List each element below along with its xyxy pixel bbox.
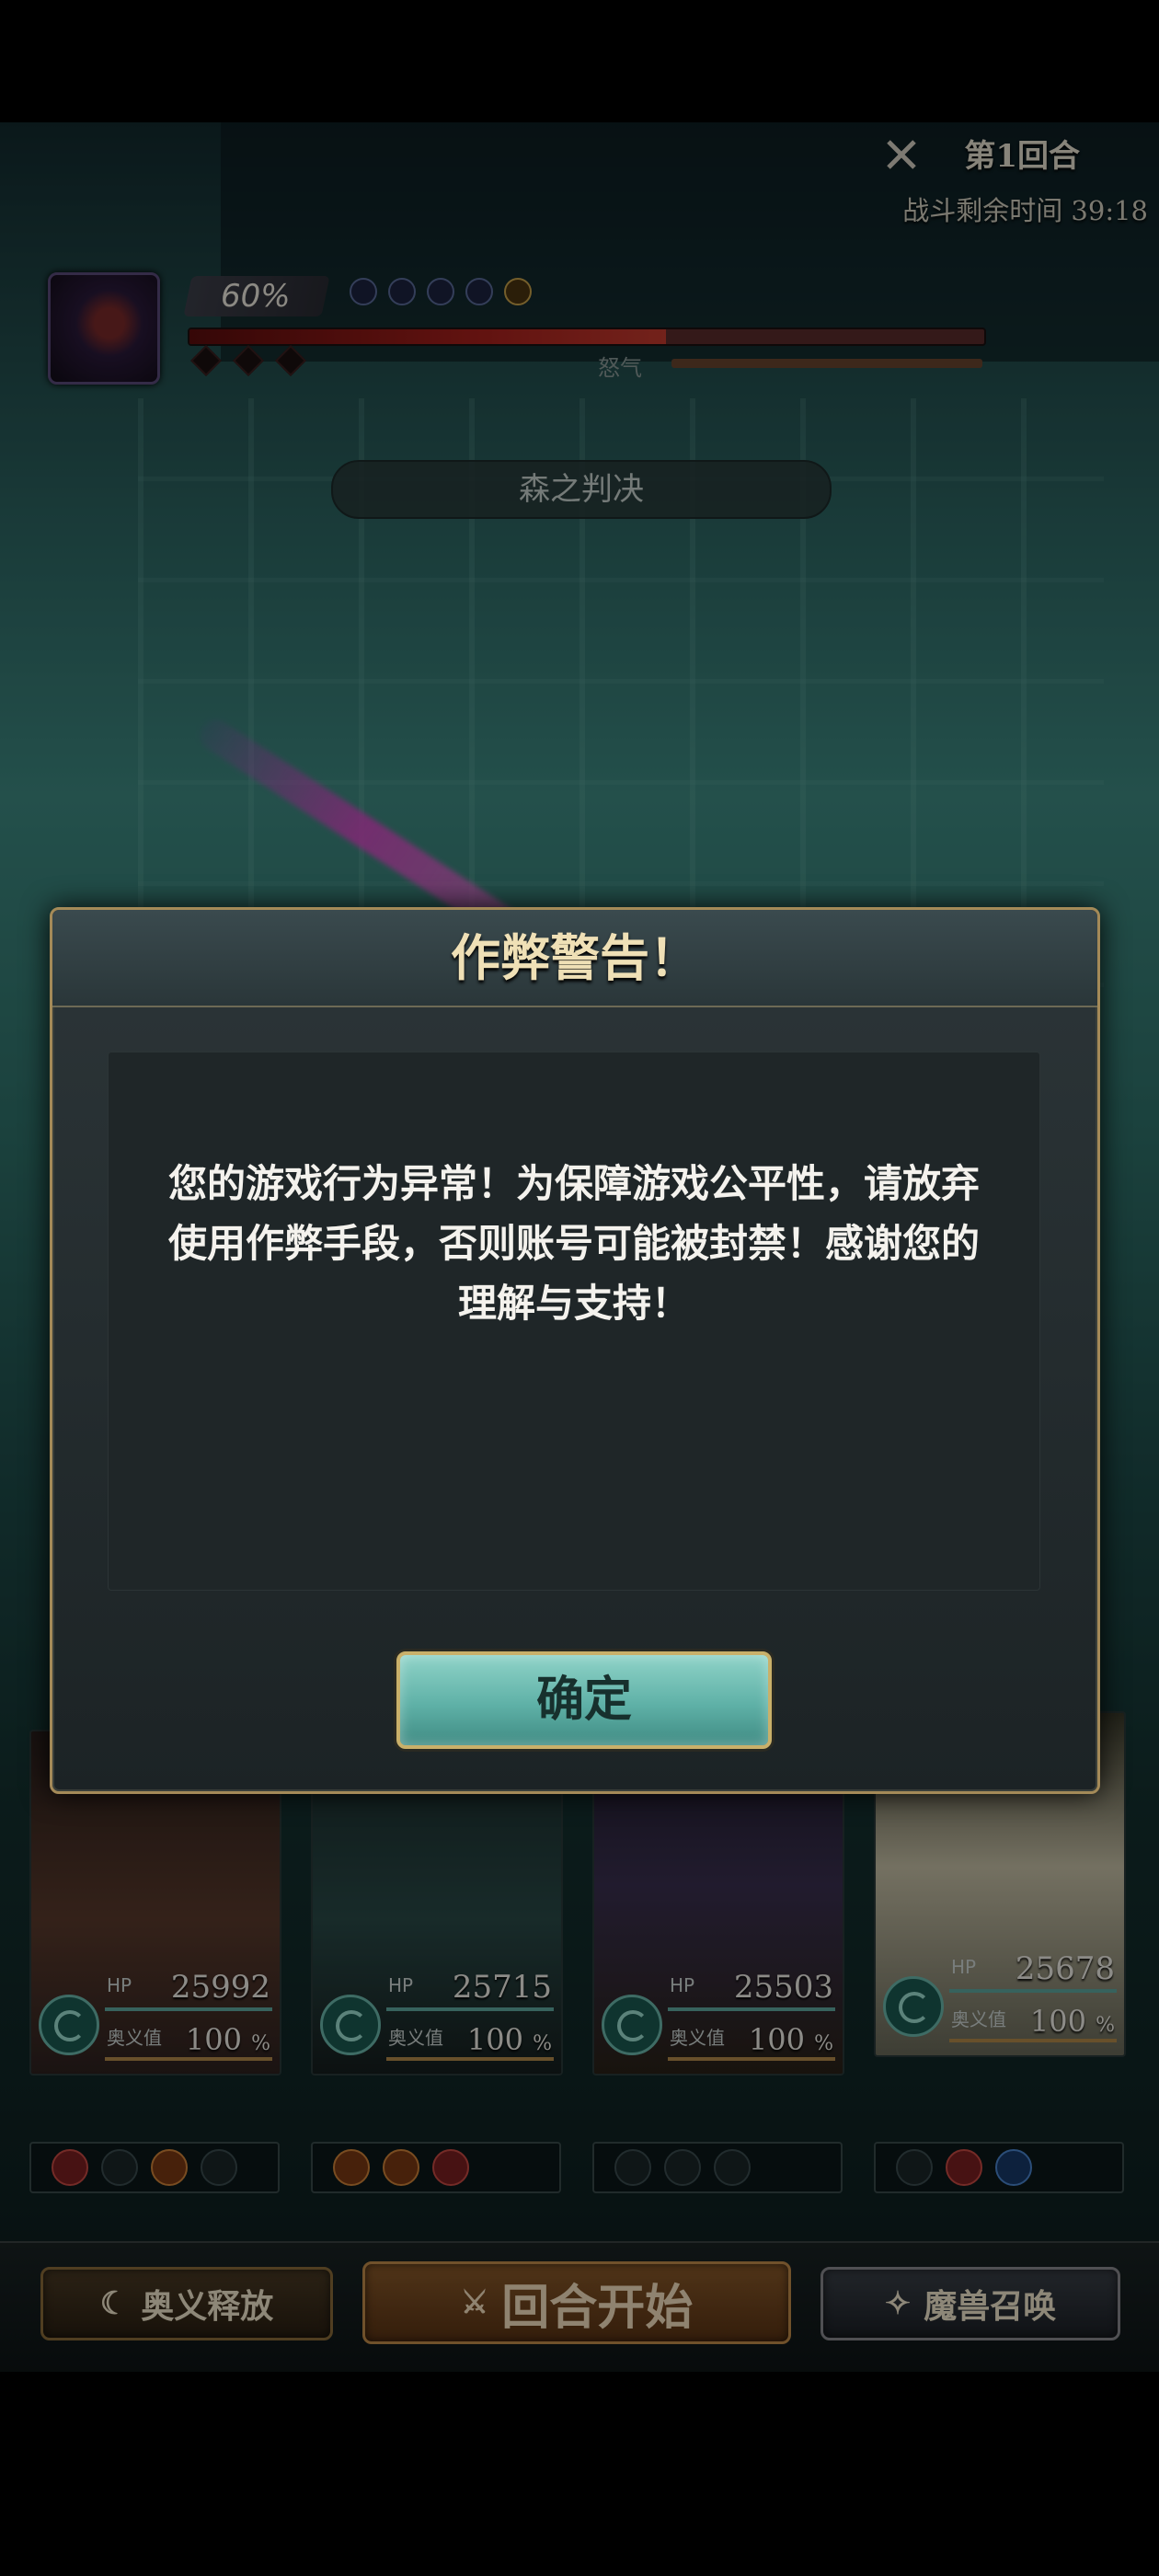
cheat-warning-dialog: 作弊警告！ 您的游戏行为异常！为保障游戏公平性，请放弃使用作弊手段，否则账号可能… bbox=[50, 907, 1100, 1794]
dialog-body: 您的游戏行为异常！为保障游戏公平性，请放弃使用作弊手段，否则账号可能被封禁！感谢… bbox=[108, 1052, 1040, 1591]
confirm-button[interactable]: 确定 bbox=[396, 1651, 772, 1749]
dialog-message: 您的游戏行为异常！为保障游戏公平性，请放弃使用作弊手段，否则账号可能被封禁！感谢… bbox=[167, 1161, 980, 1326]
dialog-title: 作弊警告！ bbox=[451, 928, 699, 987]
